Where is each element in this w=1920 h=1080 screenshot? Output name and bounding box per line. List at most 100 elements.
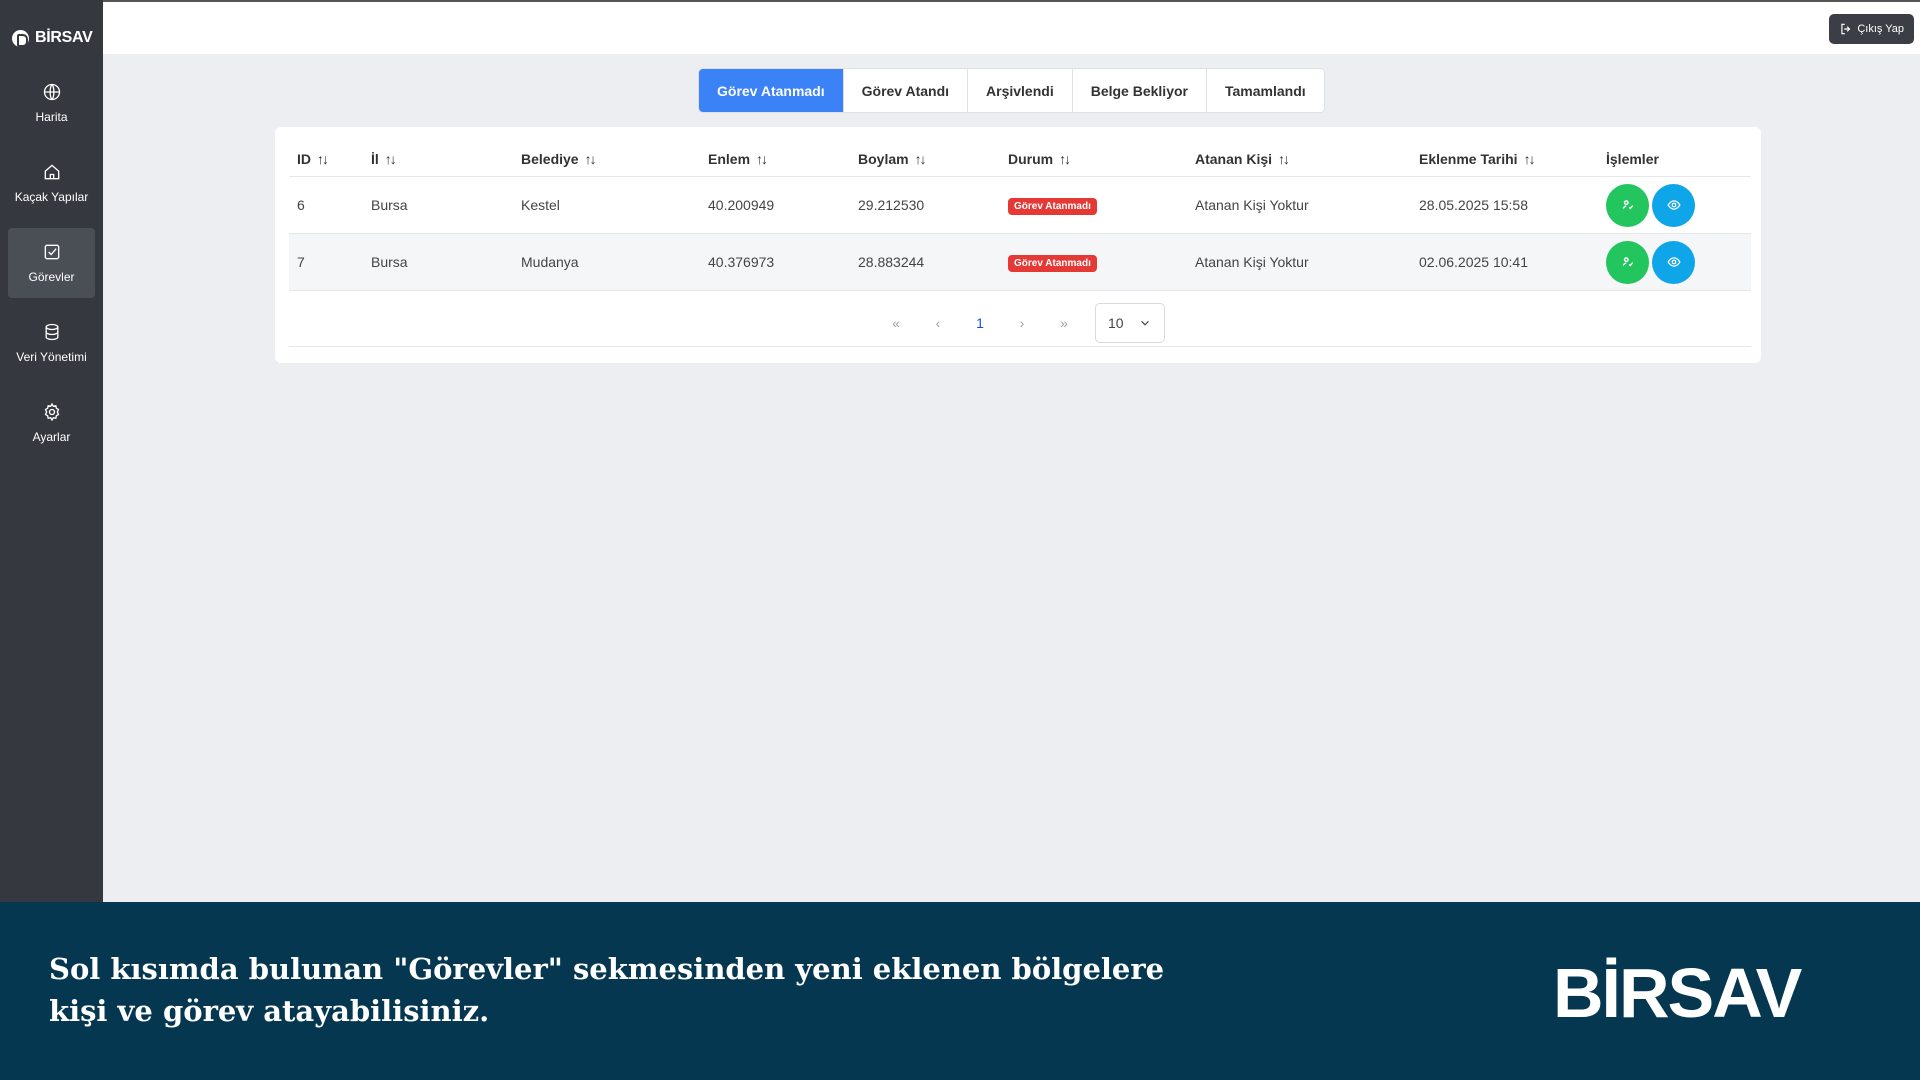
home-icon	[44, 164, 59, 180]
status-badge: Görev Atanmadı	[1008, 254, 1097, 272]
banner-line-1: Sol kısımda bulunan "Görevler" sekmesind…	[49, 952, 1165, 986]
column-header-label: Eklenme Tarihi	[1419, 151, 1518, 167]
gear-icon	[44, 402, 59, 422]
brand-name: BİRSAV	[35, 29, 93, 46]
cell-boylam: 28.883244	[858, 254, 925, 270]
table-header: ID ↑↓ İl ↑↓ Belediye ↑↓ Enlem ↑↓ Boylam ↑↓ Du…	[289, 141, 1751, 177]
cell-durum: Görev Atanmadı	[1008, 253, 1097, 272]
cell-boylam: 29.212530	[858, 197, 925, 213]
chevron-down-icon	[1141, 320, 1149, 326]
column-header-islemler: İşlemler	[1606, 151, 1659, 167]
column-header-label: Enlem	[708, 151, 751, 167]
tab-arsivlendi[interactable]: Arşivlendi	[968, 69, 1073, 112]
brand-mark-icon	[12, 29, 29, 47]
cell-id: 7	[297, 254, 305, 270]
column-header-durum[interactable]: Durum ↑↓	[1008, 151, 1071, 167]
column-header-label: İşlemler	[1606, 151, 1659, 167]
column-header-label: İl	[371, 151, 379, 167]
last-page-button[interactable]: »	[1043, 302, 1085, 344]
cell-enlem: 40.376973	[708, 254, 775, 270]
status-badge: Görev Atanmadı	[1008, 197, 1097, 215]
assign-user-button[interactable]	[1606, 183, 1649, 227]
cell-il: Bursa	[371, 197, 408, 213]
column-header-label: Boylam	[858, 151, 909, 167]
cell-eklenme-tarihi: 28.05.2025 15:58	[1419, 197, 1528, 213]
cell-atanan-kisi: Atanan Kişi Yoktur	[1195, 197, 1309, 213]
user-assign-icon	[1622, 257, 1633, 267]
sidebar-item-label: Harita	[35, 110, 68, 124]
column-header-label: Belediye	[521, 151, 579, 167]
logout-button[interactable]: Çıkış Yap	[1829, 14, 1914, 44]
sort-icon[interactable]: ↑↓	[585, 151, 597, 167]
logout-icon	[1841, 23, 1851, 35]
eye-icon	[1666, 200, 1681, 210]
sidebar-item-veri-yonetimi[interactable]: Veri Yönetimi	[8, 308, 95, 378]
column-header-eklenme-tarihi[interactable]: Eklenme Tarihi ↑↓	[1419, 151, 1536, 167]
column-header-il[interactable]: İl ↑↓	[371, 151, 397, 167]
checkbox-icon	[44, 244, 59, 260]
column-header-atanan-kisi[interactable]: Atanan Kişi ↑↓	[1195, 151, 1290, 167]
instruction-banner: Sol kısımda bulunan "Görevler" sekmesind…	[0, 902, 1920, 1080]
sort-icon[interactable]: ↑↓	[756, 151, 768, 167]
pagination: « ‹ 1 › » 10	[289, 299, 1751, 347]
tab-gorev-atanmadi[interactable]: Görev Atanmadı	[699, 69, 844, 112]
sort-icon[interactable]: ↑↓	[1059, 151, 1071, 167]
column-header-label: ID	[297, 151, 311, 167]
sidebar-item-label: Veri Yönetimi	[16, 350, 87, 364]
sort-icon[interactable]: ↑↓	[317, 151, 329, 167]
sidebar: BİRSAV Harita Kaçak Yapılar Görevler Ver…	[0, 0, 103, 902]
column-header-label: Atanan Kişi	[1195, 151, 1273, 167]
cell-durum: Görev Atanmadı	[1008, 196, 1097, 215]
sidebar-item-label: Kaçak Yapılar	[14, 190, 89, 204]
column-header-belediye[interactable]: Belediye ↑↓	[521, 151, 597, 167]
first-page-button[interactable]: «	[875, 302, 917, 344]
sidebar-item-label: Görevler	[28, 270, 75, 284]
cell-belediye: Mudanya	[521, 254, 579, 270]
prev-page-button[interactable]: ‹	[917, 302, 959, 344]
database-icon	[45, 323, 58, 341]
page-size-value: 10	[1108, 314, 1124, 331]
column-header-enlem[interactable]: Enlem ↑↓	[708, 151, 768, 167]
globe-icon	[43, 83, 60, 101]
sort-icon[interactable]: ↑↓	[915, 151, 927, 167]
cell-il: Bursa	[371, 254, 408, 270]
eye-icon	[1666, 257, 1681, 267]
sort-icon[interactable]: ↑↓	[1278, 151, 1290, 167]
column-header-id[interactable]: ID ↑↓	[297, 151, 329, 167]
cell-islemler	[1606, 240, 1695, 284]
column-header-boylam[interactable]: Boylam ↑↓	[858, 151, 927, 167]
logout-label: Çıkış Yap	[1857, 23, 1904, 35]
banner-text: Sol kısımda bulunan "Görevler" sekmesind…	[49, 948, 1249, 1032]
cell-eklenme-tarihi: 02.06.2025 10:41	[1419, 254, 1528, 270]
sidebar-item-harita[interactable]: Harita	[8, 68, 95, 138]
status-tabs: Görev Atanmadı Görev Atandı Arşivlendi B…	[698, 68, 1325, 113]
sidebar-item-kacak-yapilar[interactable]: Kaçak Yapılar	[8, 148, 95, 218]
tab-tamamlandi[interactable]: Tamamlandı	[1206, 69, 1324, 112]
brand-logo[interactable]: BİRSAV	[0, 0, 103, 58]
cell-atanan-kisi: Atanan Kişi Yoktur	[1195, 254, 1309, 270]
sidebar-item-ayarlar[interactable]: Ayarlar	[8, 388, 95, 458]
tab-gorev-atandi[interactable]: Görev Atandı	[843, 69, 969, 112]
cell-id: 6	[297, 197, 305, 213]
top-header: Çıkış Yap	[103, 2, 1920, 54]
assign-user-button[interactable]	[1606, 240, 1649, 284]
table-row: 6 Bursa Kestel 40.200949 29.212530 Görev…	[289, 177, 1751, 234]
banner-line-2: kişi ve görev atayabilisiniz.	[49, 994, 490, 1028]
page-number-button[interactable]: 1	[959, 302, 1001, 344]
tab-belge-bekliyor[interactable]: Belge Bekliyor	[1072, 69, 1207, 112]
banner-logo: BİRSAV	[1553, 954, 1802, 1032]
view-button[interactable]	[1652, 183, 1695, 227]
sidebar-item-gorevler[interactable]: Görevler	[8, 228, 95, 298]
page-size-select[interactable]: 10	[1095, 302, 1165, 343]
cell-belediye: Kestel	[521, 197, 560, 213]
table-row: 7 Bursa Mudanya 40.376973 28.883244 Göre…	[289, 234, 1751, 291]
view-button[interactable]	[1652, 240, 1695, 284]
sort-icon[interactable]: ↑↓	[385, 151, 397, 167]
cell-islemler	[1606, 183, 1695, 227]
sort-icon[interactable]: ↑↓	[1524, 151, 1536, 167]
cell-enlem: 40.200949	[708, 197, 775, 213]
sidebar-item-label: Ayarlar	[32, 430, 71, 444]
next-page-button[interactable]: ›	[1001, 302, 1043, 344]
user-assign-icon	[1622, 200, 1633, 210]
tasks-table-card: ID ↑↓ İl ↑↓ Belediye ↑↓ Enlem ↑↓ Boylam ↑↓ Du…	[275, 127, 1761, 363]
